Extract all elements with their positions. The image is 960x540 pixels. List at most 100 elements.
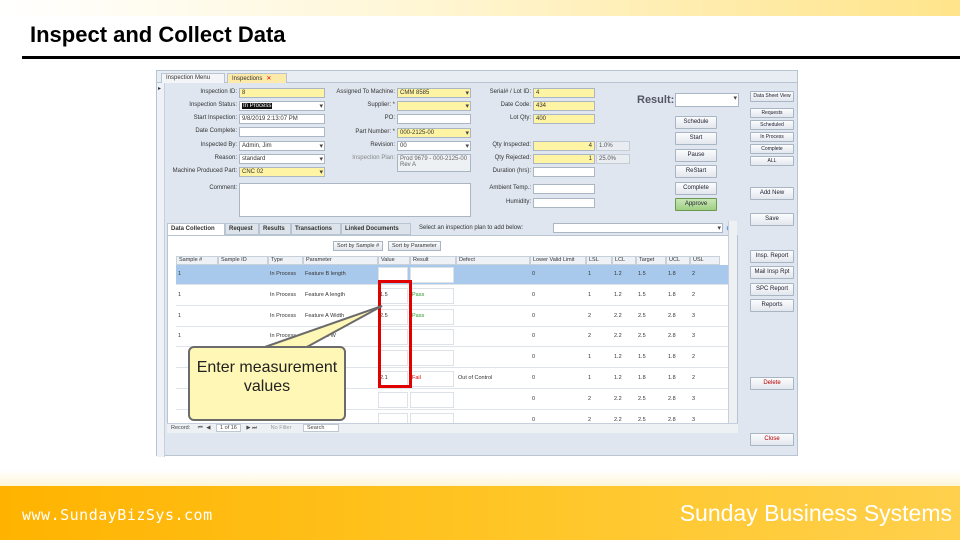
close-button[interactable]: Close	[750, 433, 794, 446]
tab-inspections[interactable]: Inspections ✕	[227, 73, 287, 83]
tab-inspection-menu[interactable]: Inspection Menu	[161, 73, 225, 83]
qty-inspected-field[interactable]: 4	[533, 141, 595, 151]
cell-sample_id	[218, 327, 268, 347]
filter-requests-button[interactable]: Requests	[750, 108, 794, 118]
record-position[interactable]: 1 of 16	[216, 424, 241, 432]
tab-results[interactable]: Results	[259, 223, 291, 235]
table-row[interactable]: 1 In Process Feature A Width 2.5 Pass 0 2 2.2 2.…	[176, 307, 731, 327]
column-header[interactable]: LCL	[612, 256, 636, 265]
reason-select[interactable]: standard	[239, 154, 325, 164]
approve-button[interactable]: Approve	[675, 198, 717, 211]
column-header[interactable]: Lower Valid Limit	[530, 256, 586, 265]
lot-qty-field[interactable]: 400	[533, 114, 595, 124]
column-header[interactable]: USL	[690, 256, 720, 265]
insp-report-button[interactable]: Insp. Report	[750, 250, 794, 263]
column-header[interactable]: LSL	[586, 256, 612, 265]
comment-textarea[interactable]	[239, 183, 471, 217]
mail-insp-rpt-button[interactable]: Mail Insp Rpt	[750, 266, 794, 279]
duration-hrs-field[interactable]	[533, 167, 595, 177]
label-lot-qty: Lot Qty:	[509, 115, 531, 121]
cell-type: In Process	[270, 312, 296, 319]
inspected-by-select[interactable]: Admin, Jim	[239, 141, 325, 151]
cell-ucl: 1.8	[668, 375, 676, 381]
part-number-select[interactable]: 000-2125-00	[397, 128, 471, 138]
tab-data-collection[interactable]: Data Collection	[167, 223, 225, 235]
cell-lcl: 1.2	[614, 291, 622, 298]
restart-button[interactable]: ReStart	[675, 165, 717, 178]
column-header[interactable]: Defect	[456, 256, 530, 265]
date-complete-field[interactable]	[239, 127, 325, 137]
inspection-status-select[interactable]: In Process	[239, 101, 325, 111]
nav-pane-collapsed[interactable]: ▸	[157, 83, 165, 457]
revision-select[interactable]: 00	[397, 141, 471, 151]
table-row[interactable]: 1 In Process Feature B W 0 2 2.2 2.5 2.8 3	[176, 327, 731, 348]
ambient-temp-field[interactable]	[533, 184, 595, 194]
plan-select-label: Select an inspection plan to add below:	[419, 225, 524, 231]
result-label: Result:	[637, 94, 675, 106]
schedule-button[interactable]: Schedule	[675, 116, 717, 129]
po-field[interactable]	[397, 114, 471, 124]
spc-report-button[interactable]: SPC Report	[750, 283, 794, 296]
filter-all-button[interactable]: ALL	[750, 156, 794, 166]
last-record-icon[interactable]: ⏭	[252, 425, 257, 431]
cell-sample_id	[218, 286, 268, 306]
table-row[interactable]: 1 In Process Feature A length 1.5 Pass 0 1 1.2 1…	[176, 286, 731, 306]
column-header[interactable]: Sample ID	[218, 256, 268, 265]
tab-transactions[interactable]: Transactions	[291, 223, 341, 235]
grid-vertical-scrollbar[interactable]	[728, 221, 737, 433]
cell-sample: 1	[178, 291, 182, 298]
data-sheet-view-button[interactable]: Data Sheet View	[750, 91, 794, 102]
column-header[interactable]: Result	[410, 256, 456, 265]
add-new-button[interactable]: Add New	[750, 187, 794, 200]
pause-button[interactable]: Pause	[675, 149, 717, 162]
filter-complete-button[interactable]: Complete	[750, 144, 794, 154]
first-record-icon[interactable]: ⏮	[198, 425, 203, 431]
cell-defect	[456, 307, 530, 327]
search-box[interactable]: Search	[302, 424, 340, 432]
date-code-field[interactable]: 434	[533, 101, 595, 111]
column-header[interactable]: Parameter	[303, 256, 378, 265]
plan-select[interactable]	[553, 223, 723, 233]
machine-produced-part-select[interactable]: CNC 02	[239, 167, 325, 177]
result-select[interactable]	[675, 93, 739, 107]
prev-record-icon[interactable]: ◀	[206, 425, 210, 431]
tab-linked-documents[interactable]: Linked Documents	[341, 223, 411, 235]
label-inspection-status: Inspection Status:	[189, 102, 237, 108]
reports-button[interactable]: Reports	[750, 299, 794, 312]
filter-scheduled-button[interactable]: Scheduled	[750, 120, 794, 130]
label-po: PO:	[384, 115, 395, 121]
cell-value[interactable]	[378, 390, 410, 410]
humidity-field[interactable]	[533, 198, 595, 208]
assigned-machine-select[interactable]: CMM 8585	[397, 88, 471, 98]
start-button[interactable]: Start	[675, 132, 717, 145]
save-button[interactable]: Save	[750, 213, 794, 226]
tab-request[interactable]: Request	[225, 223, 259, 235]
complete-button[interactable]: Complete	[675, 182, 717, 195]
table-row[interactable]: 1 In Process Feature B length 0 1 1.2 1.5 1.8 2	[176, 265, 731, 285]
sort-by-sample-button[interactable]: Sort by Sample #	[333, 241, 384, 251]
column-header[interactable]: Type	[268, 256, 303, 265]
label-ambient-temp: Ambient Temp.:	[489, 185, 531, 191]
delete-button[interactable]: Delete	[750, 377, 794, 390]
column-header[interactable]: Target	[636, 256, 666, 265]
cell-target: 2.5	[638, 312, 646, 319]
inspection-plan-field: Prod 9679 - 000-2125-00 Rev A	[397, 154, 471, 172]
filter-in-process-button[interactable]: In Process	[750, 132, 794, 142]
column-header[interactable]: UCL	[666, 256, 690, 265]
cell-usl: 3	[692, 312, 696, 319]
cell-lvl: 0	[532, 333, 536, 340]
serial-lot-id-field[interactable]: 4	[533, 88, 595, 98]
next-record-icon[interactable]: ▶	[246, 425, 250, 431]
qty-rejected-field[interactable]: 1	[533, 154, 595, 164]
no-filter-indicator[interactable]: No Filter	[271, 425, 292, 431]
cell-parameter: Feature B W	[305, 333, 336, 340]
expand-arrow-icon[interactable]: ▸	[158, 85, 161, 92]
start-inspection-field[interactable]: 9/8/2019 2:13:07 PM	[239, 114, 325, 124]
cell-usl: 2	[692, 271, 696, 277]
column-header[interactable]: Sample #	[176, 256, 218, 265]
column-header[interactable]: Value	[378, 256, 410, 265]
supplier-select[interactable]	[397, 101, 471, 111]
inspection-id-field[interactable]: 8	[239, 88, 325, 98]
close-tab-icon[interactable]: ✕	[266, 76, 271, 82]
sort-by-parameter-button[interactable]: Sort by Parameter	[388, 241, 441, 251]
